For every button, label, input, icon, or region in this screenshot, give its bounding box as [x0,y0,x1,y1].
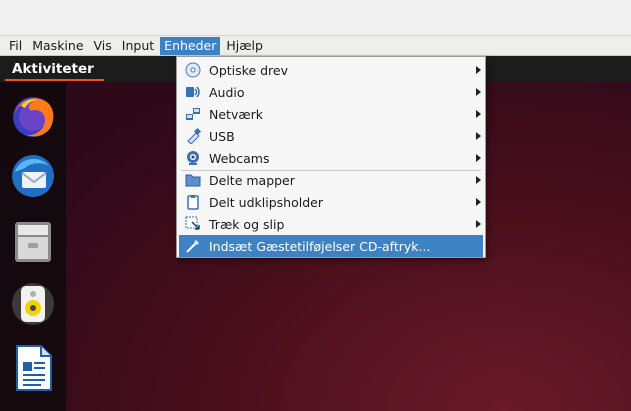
clipboard-icon [185,194,201,210]
shared-folder-icon [185,172,201,188]
menu-item-label: Webcams [209,150,270,166]
menu-item-label: Netværk [209,106,263,122]
vm-menubar: Fil Maskine Vis Input Enheder Hjælp [0,36,631,56]
menu-item-label: Indsæt Gæstetilføjelser CD-aftryk... [209,238,431,254]
menu-input[interactable]: Input [118,37,158,55]
submenu-arrow-icon [476,154,481,162]
window-titlebar [0,0,631,36]
submenu-arrow-icon [476,132,481,140]
insert-cd-icon [185,238,201,254]
menu-item-label: Optiske drev [209,62,289,78]
menu-item-audio[interactable]: Audio [179,81,483,103]
optical-disc-icon [185,62,201,78]
firefox-icon[interactable] [9,92,57,140]
menu-item-label: Delte mapper [209,172,295,188]
menu-item-label: Træk og slip [209,216,285,232]
menu-item-drag-and-drop[interactable]: Træk og slip [179,213,483,235]
menu-item-usb[interactable]: USB [179,125,483,147]
submenu-arrow-icon [476,220,481,228]
submenu-arrow-icon [476,66,481,74]
menu-item-network[interactable]: Netværk [179,103,483,125]
menu-fil[interactable]: Fil [5,37,26,55]
usb-icon [185,127,202,145]
submenu-arrow-icon [476,176,481,184]
menu-item-webcams[interactable]: Webcams [179,147,483,169]
menu-item-label: Delt udklipsholder [209,194,323,210]
rhythmbox-icon[interactable] [9,280,57,328]
menu-item-shared-folders[interactable]: Delte mapper [179,169,483,191]
menu-enheder[interactable]: Enheder [160,36,221,55]
drag-drop-icon [185,216,201,232]
network-icon [185,106,201,122]
menu-item-optical-drives[interactable]: Optiske drev [179,59,483,81]
submenu-arrow-icon [476,198,481,206]
menu-maskine[interactable]: Maskine [28,37,87,55]
thunderbird-icon[interactable] [9,152,57,200]
menu-item-label: USB [209,128,235,144]
libreoffice-writer-icon[interactable] [9,344,57,392]
menu-vis[interactable]: Vis [90,37,116,55]
dock [0,82,66,411]
activities-underline [5,79,104,81]
menu-item-shared-clipboard[interactable]: Delt udklipsholder [179,191,483,213]
menu-hjaelp[interactable]: Hjælp [222,37,267,55]
submenu-arrow-icon [476,110,481,118]
submenu-arrow-icon [476,88,481,96]
webcam-icon [185,150,201,166]
menu-item-label: Audio [209,84,245,100]
files-icon[interactable] [9,218,57,266]
menu-item-insert-guest-additions[interactable]: Indsæt Gæstetilføjelser CD-aftryk... [179,235,483,257]
devices-dropdown-menu: Optiske drev Audio Netværk USB Webcams D… [176,56,486,258]
audio-icon [185,84,201,100]
